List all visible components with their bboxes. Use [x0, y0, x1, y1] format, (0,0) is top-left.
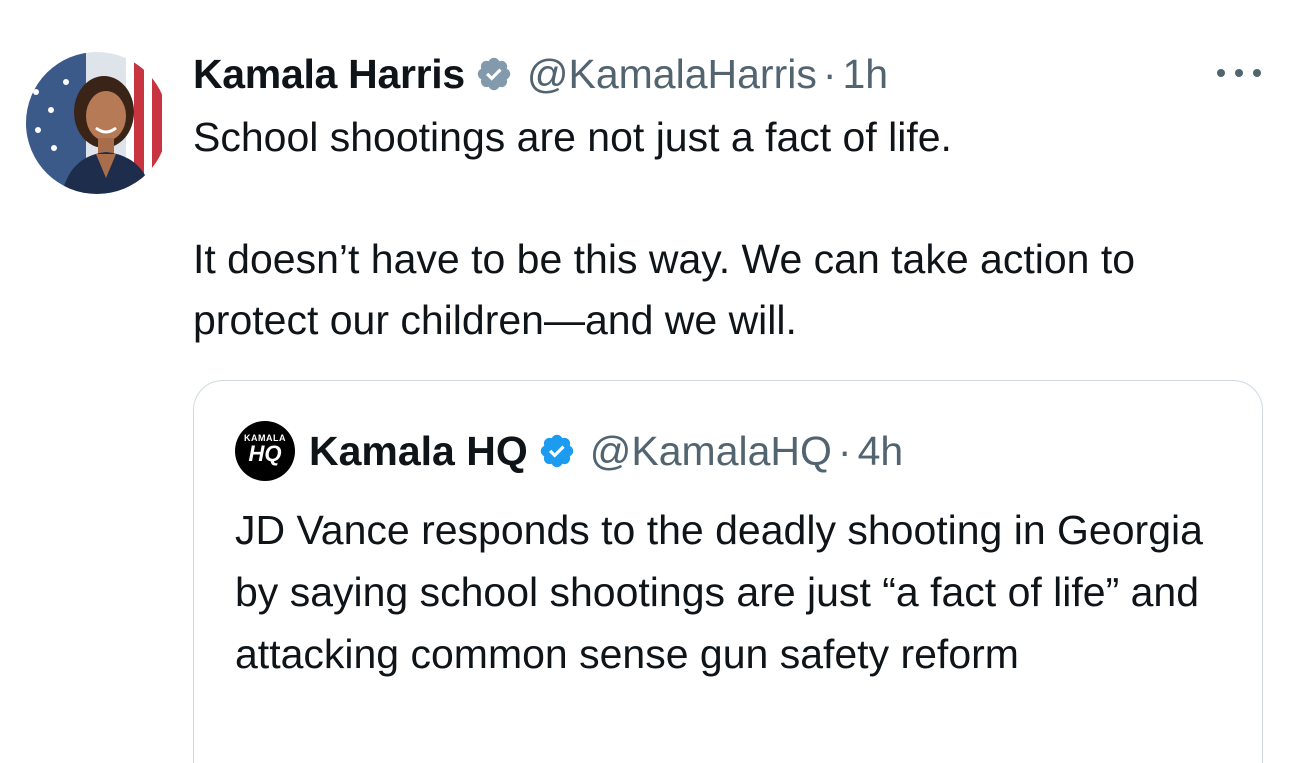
quoted-tweet-text: JD Vance responds to the deadly shooting…: [235, 507, 1203, 677]
verified-badge-icon[interactable]: [538, 432, 576, 470]
quoted-tweet-timestamp[interactable]: 4h: [858, 428, 904, 475]
avatar-logo-text: HQ: [248, 441, 282, 466]
tweet-paragraph: School shootings are not just a fact of …: [193, 114, 952, 160]
tweet-timestamp[interactable]: 1h: [843, 51, 889, 98]
quoted-author-handle[interactable]: @KamalaHQ: [590, 428, 832, 475]
author-name[interactable]: Kamala Harris: [193, 51, 465, 98]
quoted-author-name[interactable]: Kamala HQ: [309, 428, 528, 475]
verified-badge-icon[interactable]: [475, 55, 513, 93]
tweet-paragraph: It doesn’t have to be this way. We can t…: [193, 236, 1136, 343]
tweet-header: Kamala Harris @KamalaHarris · 1h: [193, 44, 1263, 104]
separator-dot: ·: [822, 50, 837, 97]
tweet-text: School shootings are not just a fact of …: [193, 107, 1263, 351]
tweet-content: Kamala Harris @KamalaHarris · 1h School …: [193, 44, 1263, 351]
tweet-card[interactable]: Kamala Harris @KamalaHarris · 1h School …: [0, 0, 1289, 763]
quoted-author-avatar[interactable]: KAMALA HQ: [235, 421, 295, 481]
quoted-tweet-header: KAMALA HQ Kamala HQ @KamalaHQ · 4h: [235, 421, 903, 481]
author-avatar[interactable]: [26, 52, 168, 194]
quoted-tweet[interactable]: KAMALA HQ Kamala HQ @KamalaHQ · 4h JD Va…: [193, 380, 1263, 763]
separator-dot: ·: [837, 427, 852, 474]
author-handle[interactable]: @KamalaHarris: [527, 51, 817, 98]
more-horizontal-icon[interactable]: [1211, 62, 1267, 84]
